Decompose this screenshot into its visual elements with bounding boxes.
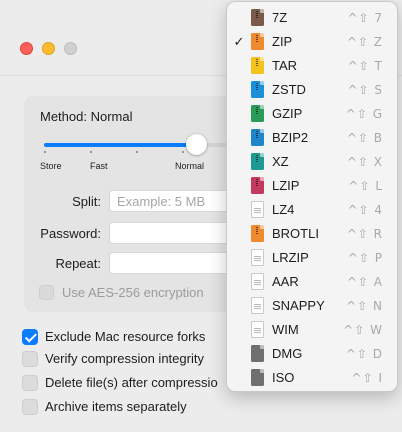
menu-item-label: TAR [272, 58, 298, 73]
archive-file-icon [251, 57, 264, 74]
keyboard-shortcut: ^⇧ Z [346, 35, 383, 49]
option-label: Delete file(s) after compressio [45, 375, 218, 390]
option-label: Verify compression integrity [45, 351, 204, 366]
archive-file-icon [251, 105, 264, 122]
keyboard-shortcut: ^⇧ P [347, 251, 383, 265]
tick-label-store: Store [40, 161, 62, 171]
format-popup-menu: 7Z ^⇧ 7 ✓ ZIP ^⇧ Z TAR ^⇧ T ZSTD ^⇧ S GZIP ^⇧ G BZI… [226, 1, 398, 392]
slider-tick [44, 151, 46, 153]
menu-item-iso[interactable]: ISO ^⇧ I [227, 366, 397, 390]
keyboard-shortcut: ^⇧ S [347, 83, 383, 97]
archive-file-icon [251, 153, 264, 170]
menu-item-label: ZIP [272, 34, 293, 49]
archive-file-icon [251, 33, 264, 50]
archive-file-icon [251, 129, 264, 146]
menu-item-gzip[interactable]: GZIP ^⇧ G [227, 102, 397, 126]
minimize-button[interactable] [42, 42, 55, 55]
keyboard-shortcut: ^⇧ 4 [347, 203, 383, 217]
keyboard-shortcut: ^⇧ 7 [347, 11, 383, 25]
menu-item-aar[interactable]: AAR ^⇧ A [227, 270, 397, 294]
repeat-label: Repeat: [55, 256, 101, 271]
keyboard-shortcut: ^⇧ D [345, 347, 383, 361]
keyboard-shortcut: ^⇧ I [351, 371, 383, 385]
split-label: Split: [72, 194, 101, 209]
keyboard-shortcut: ^⇧ R [346, 227, 383, 241]
archive-file-icon [251, 81, 264, 98]
menu-item-label: BZIP2 [272, 130, 309, 145]
menu-item-tar[interactable]: TAR ^⇧ T [227, 54, 397, 78]
menu-item-label: ISO [272, 370, 295, 385]
tick-label-normal: Normal [175, 161, 205, 171]
document-file-icon [251, 249, 264, 266]
keyboard-shortcut: ^⇧ W [343, 323, 383, 337]
keyboard-shortcut: ^⇧ T [347, 59, 383, 73]
menu-item-label: ZSTD [272, 82, 306, 97]
menu-item-label: SNAPPY [272, 298, 325, 313]
aes-checkbox[interactable] [39, 285, 54, 300]
menu-item-label: GZIP [272, 106, 303, 121]
menu-item-7z[interactable]: 7Z ^⇧ 7 [227, 6, 397, 30]
menu-item-dmg[interactable]: DMG ^⇧ D [227, 342, 397, 366]
disk-image-icon [251, 345, 264, 362]
menu-item-bzip2[interactable]: BZIP2 ^⇧ B [227, 126, 397, 150]
menu-item-zip[interactable]: ✓ ZIP ^⇧ Z [227, 30, 397, 54]
keyboard-shortcut: ^⇧ L [348, 179, 383, 193]
option-checkbox[interactable] [22, 399, 38, 415]
keyboard-shortcut: ^⇧ X [346, 155, 383, 169]
disk-image-icon [251, 369, 264, 386]
slider-knob[interactable] [186, 134, 207, 155]
menu-item-lrzip[interactable]: LRZIP ^⇧ P [227, 246, 397, 270]
keyboard-shortcut: ^⇧ G [345, 107, 383, 121]
keyboard-shortcut: ^⇧ A [346, 275, 383, 289]
archive-file-icon [251, 177, 264, 194]
zoom-button[interactable] [64, 42, 77, 55]
option-label: Exclude Mac resource forks [45, 329, 206, 344]
menu-item-label: AAR [272, 274, 299, 289]
archive-file-icon [251, 225, 264, 242]
menu-item-label: LZ4 [272, 202, 295, 217]
menu-item-label: XZ [272, 154, 289, 169]
close-button[interactable] [20, 42, 33, 55]
menu-item-label: DMG [272, 346, 303, 361]
slider-tick [182, 151, 184, 153]
menu-item-label: BROTLI [272, 226, 319, 241]
menu-item-label: LZIP [272, 178, 300, 193]
option-checkbox[interactable] [22, 351, 38, 367]
checkmark-icon: ✓ [233, 34, 245, 49]
aes-label: Use AES-256 encryption [62, 285, 204, 300]
password-label: Password: [40, 226, 101, 241]
menu-item-lz4[interactable]: LZ4 ^⇧ 4 [227, 198, 397, 222]
document-file-icon [251, 201, 264, 218]
slider-tick [136, 151, 138, 153]
keyboard-shortcut: ^⇧ B [346, 131, 383, 145]
option-label: Archive items separately [45, 399, 187, 414]
menu-item-xz[interactable]: XZ ^⇧ X [227, 150, 397, 174]
document-file-icon [251, 273, 264, 290]
keyboard-shortcut: ^⇧ N [346, 299, 383, 313]
menu-item-zstd[interactable]: ZSTD ^⇧ S [227, 78, 397, 102]
slider-tick [90, 151, 92, 153]
option-checkbox[interactable] [22, 375, 38, 391]
menu-item-label: LRZIP [272, 250, 309, 265]
option-checkbox[interactable] [22, 329, 38, 345]
document-file-icon [251, 321, 264, 338]
method-label: Method: Normal [40, 109, 133, 124]
archive-file-icon [251, 9, 264, 26]
menu-item-label: 7Z [272, 10, 288, 25]
tick-label-fast: Fast [90, 161, 108, 171]
slider-fill [44, 143, 196, 147]
document-file-icon [251, 297, 264, 314]
menu-item-snappy[interactable]: SNAPPY ^⇧ N [227, 294, 397, 318]
menu-item-label: WIM [272, 322, 299, 337]
menu-item-brotli[interactable]: BROTLI ^⇧ R [227, 222, 397, 246]
menu-item-lzip[interactable]: LZIP ^⇧ L [227, 174, 397, 198]
menu-item-wim[interactable]: WIM ^⇧ W [227, 318, 397, 342]
